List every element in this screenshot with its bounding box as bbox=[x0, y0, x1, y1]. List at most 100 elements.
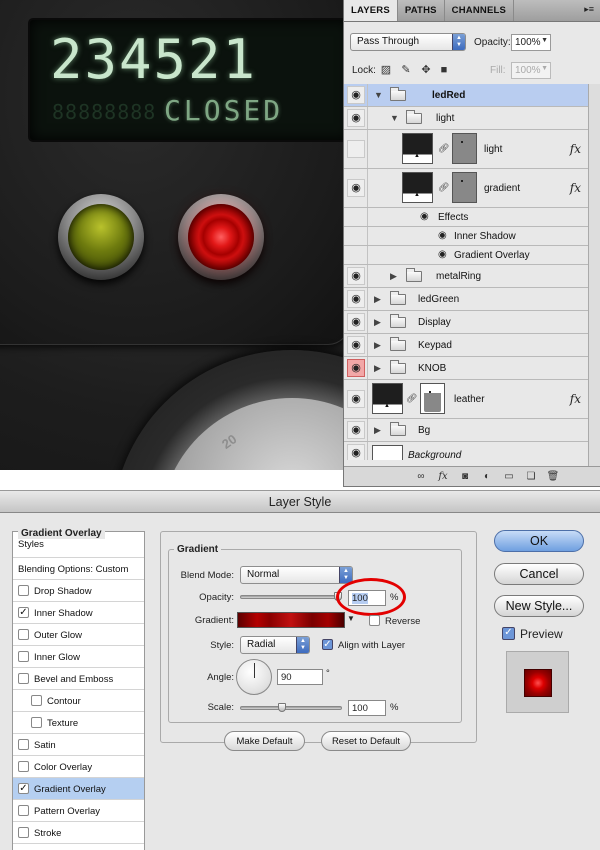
layer-row-bg[interactable]: ◉ ▶ Bg bbox=[344, 419, 600, 442]
chain-link-icon[interactable]: 🔗︎ bbox=[438, 143, 449, 154]
fx-icon[interactable]: fx bbox=[570, 181, 581, 195]
chevron-down-icon[interactable]: ▼ bbox=[541, 65, 548, 72]
checkbox[interactable] bbox=[31, 717, 42, 728]
expand-triangle-icon[interactable]: ▶ bbox=[374, 425, 381, 436]
layer-row-keypad[interactable]: ◉ ▶ Keypad bbox=[344, 334, 600, 357]
lock-pixels-icon[interactable]: ✎ bbox=[400, 64, 412, 76]
checkbox[interactable] bbox=[18, 827, 29, 838]
eye-icon[interactable]: ◉ bbox=[347, 444, 365, 460]
layer-row-leather[interactable]: ◉ 🔗︎ leather fx ▼ bbox=[344, 380, 600, 419]
style-select[interactable]: Radial ▲ ▼ bbox=[240, 636, 310, 654]
style-item-stroke[interactable]: Stroke bbox=[13, 822, 144, 844]
tab-channels[interactable]: CHANNELS bbox=[445, 0, 515, 21]
layer-row-ledgreen[interactable]: ◉ ▶ ledGreen bbox=[344, 288, 600, 311]
fx-icon[interactable]: fx bbox=[570, 142, 581, 156]
gradient-swatch[interactable] bbox=[237, 612, 345, 628]
layer-row-display[interactable]: ◉ ▶ Display bbox=[344, 311, 600, 334]
reset-to-default-button[interactable]: Reset to Default bbox=[321, 731, 411, 751]
style-item-outer-glow[interactable]: Outer Glow bbox=[13, 624, 144, 646]
layer-row-knob[interactable]: ◉ ▶ KNOB bbox=[344, 357, 600, 380]
trash-icon[interactable]: 🗑︎ bbox=[546, 470, 560, 483]
lock-transparency-icon[interactable]: ▨ bbox=[380, 64, 392, 76]
fx-icon[interactable]: fx bbox=[436, 470, 450, 483]
chevron-down-icon[interactable]: ▼ bbox=[541, 37, 548, 44]
layer-opacity-field[interactable]: 100% ▼ bbox=[511, 34, 551, 51]
expand-triangle-icon[interactable]: ▶ bbox=[390, 271, 397, 282]
layer-row-background[interactable]: ◉ Background bbox=[344, 442, 600, 460]
eye-icon[interactable]: ◉ bbox=[347, 336, 365, 354]
scale-slider-thumb[interactable] bbox=[277, 703, 286, 712]
checkbox[interactable] bbox=[18, 585, 29, 596]
align-with-layer-checkbox[interactable]: ✓ bbox=[322, 639, 333, 650]
layers-scrollbar[interactable] bbox=[588, 84, 600, 466]
eye-hidden-icon[interactable]: ◉ bbox=[347, 140, 365, 158]
eye-icon[interactable]: ◉ bbox=[347, 267, 365, 285]
checkbox[interactable]: ✓ bbox=[18, 607, 29, 618]
lock-position-icon[interactable]: ✥ bbox=[420, 64, 432, 76]
chain-link-icon[interactable]: 🔗︎ bbox=[406, 393, 417, 404]
new-style-button[interactable]: New Style... bbox=[494, 595, 584, 617]
blend-mode-select[interactable]: Normal ▲ ▼ bbox=[240, 566, 353, 584]
layer-row-ledred[interactable]: ◉ ▼ ledRed bbox=[344, 84, 600, 107]
mask-icon[interactable]: ◙ bbox=[458, 470, 472, 483]
eye-icon[interactable]: ◉ bbox=[347, 313, 365, 331]
layer-row-gradient[interactable]: ◉ 🔗︎ gradient fx ▲ bbox=[344, 169, 600, 208]
ok-button[interactable]: OK bbox=[494, 530, 584, 552]
eye-icon[interactable]: ◉ bbox=[438, 249, 447, 260]
make-default-button[interactable]: Make Default bbox=[224, 731, 305, 751]
eye-icon[interactable]: ◉ bbox=[347, 290, 365, 308]
adjustment-icon[interactable]: ◐ bbox=[480, 470, 494, 483]
cancel-button[interactable]: Cancel bbox=[494, 563, 584, 585]
checkbox[interactable] bbox=[18, 805, 29, 816]
layer-row-light[interactable]: ◉ 🔗︎ light fx ▼ bbox=[344, 130, 600, 169]
effect-row-gradient-overlay[interactable]: ◉ Gradient Overlay bbox=[344, 246, 600, 265]
preview-checkbox[interactable]: ✓ bbox=[502, 627, 515, 640]
fill-field[interactable]: 100% ▼ bbox=[511, 62, 551, 79]
layer-blend-mode-select[interactable]: Pass Through ▲ ▼ bbox=[350, 33, 466, 51]
checkbox[interactable] bbox=[18, 739, 29, 750]
expand-triangle-icon[interactable]: ▶ bbox=[374, 294, 381, 305]
style-item-satin[interactable]: Satin bbox=[13, 734, 144, 756]
scale-field[interactable]: 100 bbox=[348, 700, 386, 716]
style-item-inner-shadow[interactable]: ✓ Inner Shadow bbox=[13, 602, 144, 624]
expand-triangle-icon[interactable]: ▶ bbox=[374, 363, 381, 374]
effects-row[interactable]: ◉ Effects bbox=[344, 208, 600, 227]
checkbox[interactable] bbox=[31, 695, 42, 706]
eye-icon[interactable]: ◉ bbox=[347, 359, 365, 377]
style-item-gradient-overlay[interactable]: ✓ Gradient Overlay bbox=[13, 778, 144, 800]
reverse-checkbox[interactable] bbox=[369, 615, 380, 626]
style-item-contour[interactable]: Contour bbox=[13, 690, 144, 712]
angle-dial[interactable] bbox=[236, 659, 272, 695]
new-layer-icon[interactable]: ❏ bbox=[524, 470, 538, 483]
eye-icon[interactable]: ◉ bbox=[347, 390, 365, 408]
style-item-inner-glow[interactable]: Inner Glow bbox=[13, 646, 144, 668]
checkbox[interactable] bbox=[18, 761, 29, 772]
layer-row-metalring[interactable]: ◉ ▶ metalRing bbox=[344, 265, 600, 288]
eye-icon[interactable]: ◉ bbox=[420, 211, 429, 222]
group-icon[interactable]: ▭ bbox=[502, 470, 516, 483]
layer-row-light-group[interactable]: ◉ ▼ light bbox=[344, 107, 600, 130]
style-item-pattern-overlay[interactable]: Pattern Overlay bbox=[13, 800, 144, 822]
chain-link-icon[interactable]: 🔗︎ bbox=[438, 182, 449, 193]
lock-all-icon[interactable]: ■ bbox=[438, 64, 450, 76]
checkbox[interactable] bbox=[18, 673, 29, 684]
panel-menu-icon[interactable]: ▸≡ bbox=[584, 4, 594, 15]
checkbox[interactable] bbox=[18, 629, 29, 640]
expand-triangle-open-icon[interactable]: ▼ bbox=[390, 113, 399, 123]
blending-options[interactable]: Blending Options: Custom bbox=[13, 558, 144, 580]
scale-slider[interactable] bbox=[240, 706, 342, 710]
expand-triangle-icon[interactable]: ▶ bbox=[374, 340, 381, 351]
tab-paths[interactable]: PATHS bbox=[398, 0, 445, 21]
tab-layers[interactable]: LAYERS bbox=[344, 0, 398, 21]
chevron-down-icon[interactable]: ▼ bbox=[347, 614, 355, 623]
style-item-color-overlay[interactable]: Color Overlay bbox=[13, 756, 144, 778]
expand-triangle-icon[interactable]: ▶ bbox=[374, 317, 381, 328]
eye-icon[interactable]: ◉ bbox=[347, 109, 365, 127]
checkbox[interactable] bbox=[18, 651, 29, 662]
style-item-texture[interactable]: Texture bbox=[13, 712, 144, 734]
opacity-slider[interactable] bbox=[240, 595, 342, 599]
link-icon[interactable]: ∞ bbox=[414, 470, 428, 483]
fx-icon[interactable]: fx bbox=[570, 392, 581, 406]
effect-row-inner-shadow[interactable]: ◉ Inner Shadow bbox=[344, 227, 600, 246]
eye-icon[interactable]: ◉ bbox=[347, 86, 365, 104]
